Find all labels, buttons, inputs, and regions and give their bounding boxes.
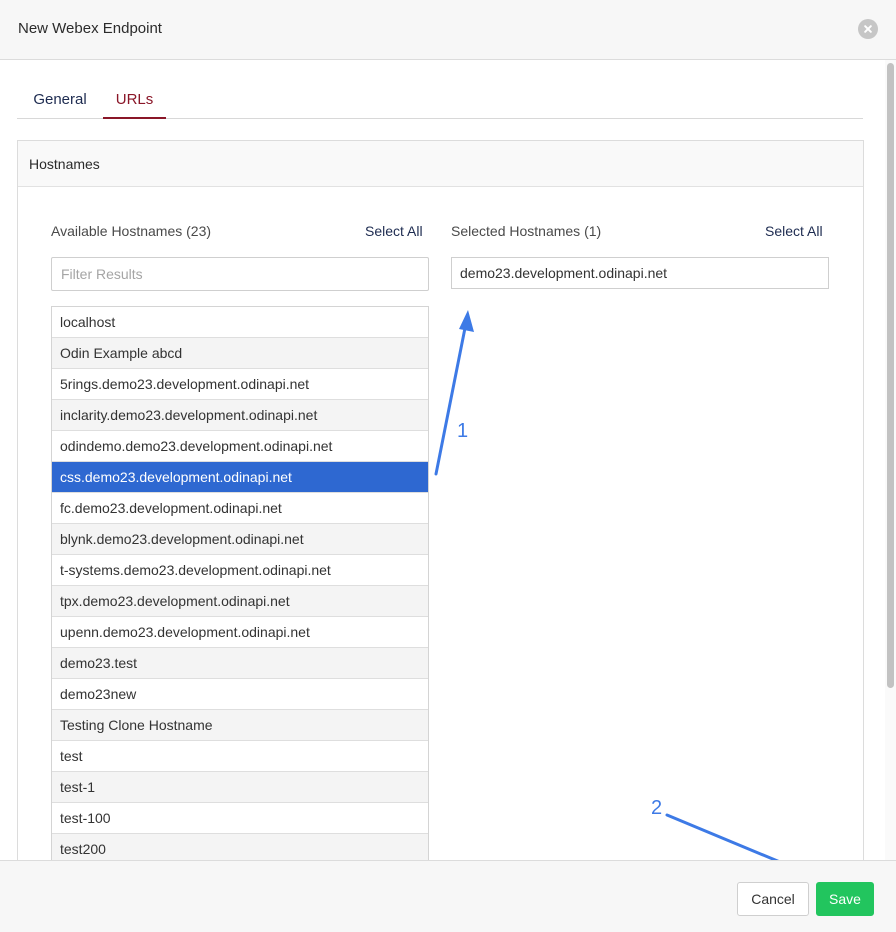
close-icon[interactable] [858, 19, 878, 39]
hostname-list-item[interactable]: Odin Example abcd [52, 338, 428, 369]
hostname-list-item[interactable]: demo23.test [52, 648, 428, 679]
hostname-list-item[interactable]: test-100 [52, 803, 428, 834]
hostnames-panel-header: Hostnames [18, 141, 863, 187]
cancel-button[interactable]: Cancel [737, 882, 809, 916]
available-hostnames-title: Available Hostnames (23) [51, 223, 212, 239]
selected-select-all-link[interactable]: Select All [765, 223, 823, 239]
hostnames-panel-title: Hostnames [29, 156, 100, 172]
hostname-list-item[interactable]: tpx.demo23.development.odinapi.net [52, 586, 428, 617]
annotation-label-1: 1 [457, 420, 469, 442]
hostname-list-item[interactable]: t-systems.demo23.development.odinapi.net [52, 555, 428, 586]
hostname-list-item[interactable]: demo23new [52, 679, 428, 710]
hostname-list-item[interactable]: localhost [52, 307, 428, 338]
hostname-list-item[interactable]: Testing Clone Hostname [52, 710, 428, 741]
hostname-list-item[interactable]: 5rings.demo23.development.odinapi.net [52, 369, 428, 400]
tab-bar: General URLs [17, 80, 863, 119]
hostname-list-item[interactable]: upenn.demo23.development.odinapi.net [52, 617, 428, 648]
scrollbar-thumb[interactable] [887, 63, 894, 688]
filter-results-input[interactable] [51, 257, 429, 291]
save-button[interactable]: Save [816, 882, 874, 916]
hostname-list-item[interactable]: test-1 [52, 772, 428, 803]
hostname-list-item[interactable]: css.demo23.development.odinapi.net [52, 462, 428, 493]
tab-urls[interactable]: URLs [103, 80, 166, 119]
hostname-list-item[interactable]: inclarity.demo23.development.odinapi.net [52, 400, 428, 431]
hostname-list-item[interactable]: odindemo.demo23.development.odinapi.net [52, 431, 428, 462]
tab-general[interactable]: General [17, 80, 103, 119]
hostname-list-item[interactable]: blynk.demo23.development.odinapi.net [52, 524, 428, 555]
dialog-scrollbar[interactable] [885, 60, 896, 860]
new-webex-endpoint-dialog: New Webex Endpoint General URLs Hostname… [0, 0, 896, 932]
selected-hostnames-list[interactable]: demo23.development.odinapi.net [451, 257, 829, 289]
dialog-title: New Webex Endpoint [18, 20, 162, 37]
annotation-label-2: 2 [651, 797, 663, 819]
dialog-header: New Webex Endpoint [0, 0, 896, 60]
available-hostnames-list[interactable]: localhost Odin Example abcd 5rings.demo23.… [51, 306, 429, 860]
dialog-footer: Cancel Save [0, 860, 896, 932]
hostname-list-item[interactable]: test [52, 741, 428, 772]
available-select-all-link[interactable]: Select All [365, 223, 423, 239]
hostname-list-item[interactable]: test200 [52, 834, 428, 860]
selected-hostname-item[interactable]: demo23.development.odinapi.net [460, 265, 667, 281]
hostname-list-item[interactable]: fc.demo23.development.odinapi.net [52, 493, 428, 524]
selected-hostnames-title: Selected Hostnames (1) [451, 223, 602, 239]
